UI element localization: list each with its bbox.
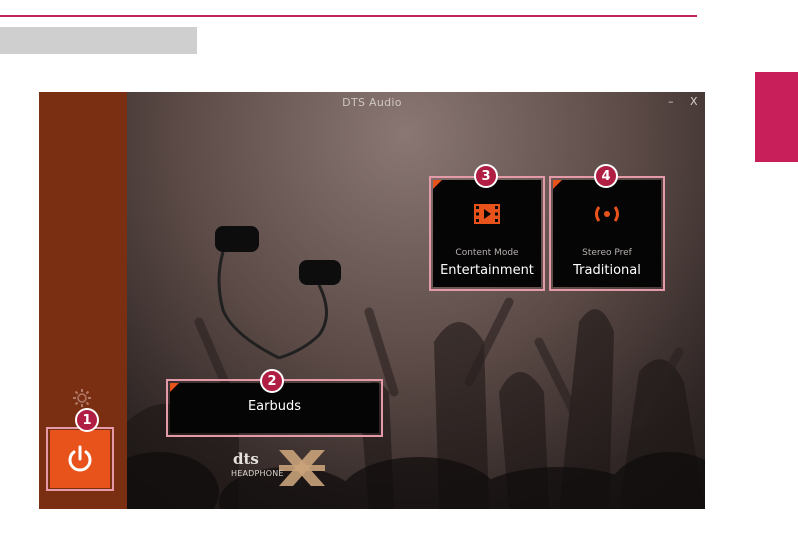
callout-badge-3: 3 (474, 164, 498, 188)
top-rule (0, 15, 697, 17)
tile-corner-marker (433, 180, 442, 189)
film-icon (474, 204, 500, 224)
minimize-button[interactable]: – (668, 95, 674, 108)
callout-badge-4: 4 (594, 164, 618, 188)
power-icon (68, 445, 92, 472)
dts-audio-window: DTS Audio – X 1 Earbuds 2 Content Mode E… (39, 92, 705, 509)
callout-badge-2: 2 (260, 369, 284, 393)
close-button[interactable]: X (690, 95, 698, 108)
content-mode-value: Entertainment (440, 263, 534, 278)
tile-corner-marker (170, 383, 179, 392)
tile-corner-marker (553, 180, 562, 189)
content-mode-caption: Content Mode (455, 248, 519, 258)
window-title: DTS Audio (342, 96, 402, 109)
header-placeholder-bar (0, 27, 197, 54)
callout-badge-1: 1 (75, 408, 99, 432)
side-tab (755, 72, 798, 162)
earbuds-icon (215, 226, 341, 360)
dts-brand-text: dts (233, 450, 259, 468)
content-mode-tile[interactable]: Content Mode Entertainment (433, 180, 541, 287)
gear-icon[interactable] (72, 388, 92, 408)
stereo-pref-tile[interactable]: Stereo Pref Traditional (553, 180, 661, 287)
device-label: Earbuds (247, 399, 302, 414)
dts-headphone-x-logo: dts HEADPHONE (229, 448, 325, 492)
stereo-icon (595, 206, 619, 222)
crowd-background (99, 297, 705, 509)
headphone-text: HEADPHONE (231, 469, 284, 478)
power-button[interactable] (50, 430, 110, 488)
stereo-pref-caption: Stereo Pref (582, 248, 632, 258)
stereo-pref-value: Traditional (573, 263, 641, 278)
